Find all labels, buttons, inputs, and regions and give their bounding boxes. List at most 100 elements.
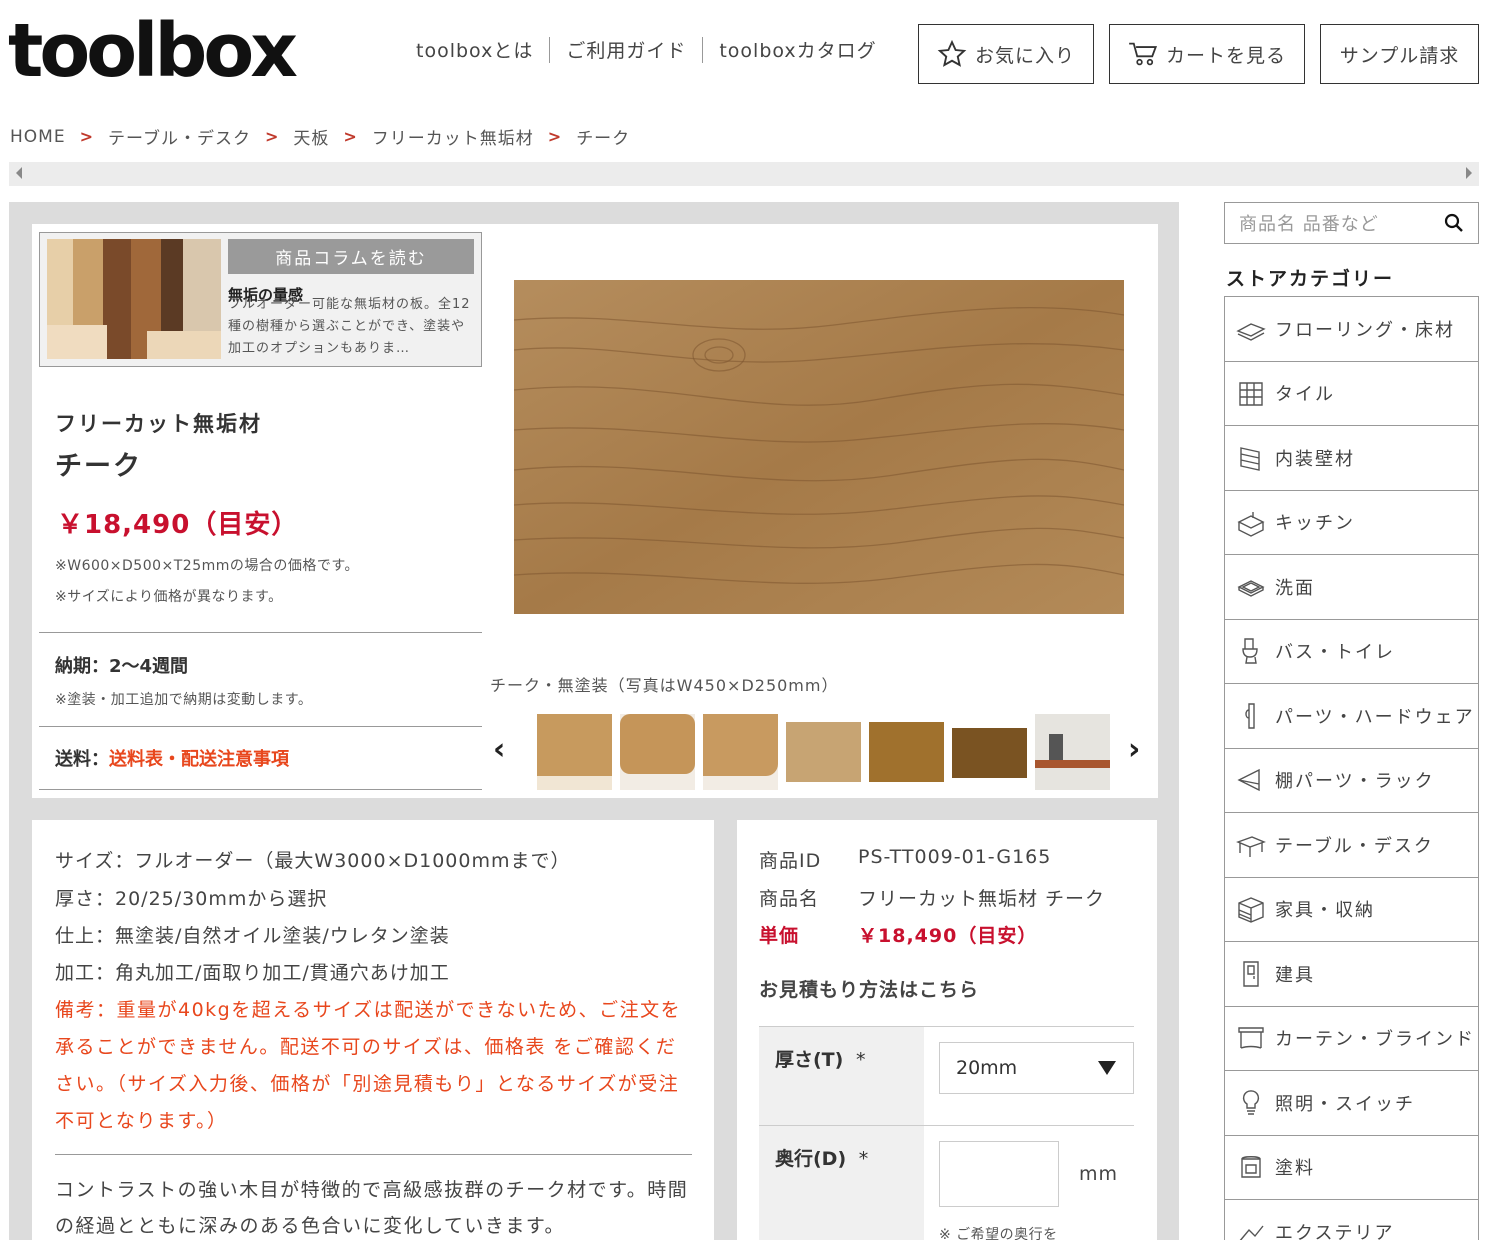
price-table-link[interactable]: 価格表 <box>484 1036 546 1058</box>
chevron-right-icon: > <box>547 127 563 146</box>
nav-about[interactable]: toolboxとは <box>416 36 533 63</box>
category-wall[interactable]: 内装壁材 <box>1225 426 1478 491</box>
star-icon <box>937 39 967 67</box>
thumbnail[interactable] <box>703 714 778 790</box>
category-paint[interactable]: 塗料 <box>1225 1136 1478 1200</box>
estimate-link[interactable]: お見積もり方法はこちら <box>759 975 979 1002</box>
chevron-right-icon: > <box>79 127 94 146</box>
column-thumbnail[interactable] <box>47 239 221 359</box>
thickness-label-text: 厚さ(T) <box>775 1049 844 1071</box>
furniture-icon <box>1238 897 1264 924</box>
category-curtain[interactable]: カーテン・ブラインド <box>1225 1007 1478 1071</box>
thumbnail[interactable] <box>620 714 695 790</box>
category-list: フローリング・床材 タイル 内装壁材 キッチン 洗面 バス・トイレ パーツ・ハー… <box>1224 296 1479 1240</box>
product-name: チーク <box>55 451 142 482</box>
scroll-right-icon[interactable] <box>1466 167 1472 179</box>
category-tile[interactable]: タイル <box>1225 362 1478 426</box>
thumbnail[interactable] <box>869 714 944 790</box>
search-box[interactable]: 商品名 品番など <box>1224 202 1479 244</box>
depth-note: ※ ご希望の奥行を <box>939 1227 1058 1240</box>
thickness-select[interactable]: 20mm <box>939 1042 1134 1094</box>
cart-icon <box>1129 42 1158 66</box>
category-label: 家具・収納 <box>1275 900 1375 922</box>
category-label: エクステリア <box>1275 1223 1395 1240</box>
category-exterior[interactable]: エクステリア <box>1225 1200 1478 1240</box>
category-table-desk[interactable]: テーブル・デスク <box>1225 813 1478 878</box>
category-label: 棚パーツ・ラック <box>1275 771 1435 793</box>
category-flooring[interactable]: フローリング・床材 <box>1225 297 1478 362</box>
breadcrumb-freecut[interactable]: フリーカット無垢材 <box>372 124 534 149</box>
divider <box>55 1154 692 1155</box>
depth-label: 奥行(D) * <box>759 1126 924 1240</box>
cart-button[interactable]: カートを見る <box>1109 24 1305 84</box>
washbasin-icon <box>1237 579 1265 597</box>
product-id-value: PS-TT009-01-G165 <box>858 846 1052 868</box>
nav-divider <box>549 36 551 63</box>
sample-request-button[interactable]: サンプル請求 <box>1320 24 1479 84</box>
shelf-icon <box>1237 769 1260 792</box>
scroll-left-icon[interactable] <box>16 167 22 179</box>
category-fittings[interactable]: 建具 <box>1225 942 1478 1007</box>
column-text: フルオーダー可能な無垢材の板。全12種の樹種から選ぶことができ、塗装や加工のオプ… <box>228 297 471 356</box>
lightbulb-icon <box>1242 1090 1260 1115</box>
thumbnail[interactable] <box>952 714 1027 790</box>
hardware-icon <box>1245 703 1255 729</box>
thumbnail[interactable] <box>1035 714 1110 790</box>
shipping-label: 送料： <box>55 749 109 770</box>
breadcrumb-home[interactable]: HOME <box>10 127 66 147</box>
toolbox-logo[interactable]: toolbox <box>8 6 298 96</box>
category-shelf[interactable]: 棚パーツ・ラック <box>1225 749 1478 813</box>
unit-price-value: ￥18,490（目安） <box>858 925 1038 947</box>
price-note: ※W600×D500×T25mmの場合の価格です。 <box>55 558 359 574</box>
product-category: フリーカット無垢材 <box>55 412 262 436</box>
category-label: 建具 <box>1275 964 1315 986</box>
category-hardware[interactable]: パーツ・ハードウェア <box>1225 684 1478 749</box>
breadcrumb: HOME > テーブル・デスク > 天板 > フリーカット無垢材 > チーク <box>10 124 631 150</box>
lead-time-value: 2〜4週間 <box>109 656 189 677</box>
nav-catalog[interactable]: toolboxカタログ <box>719 36 876 63</box>
divider <box>39 632 482 633</box>
breadcrumb-current: チーク <box>576 129 631 149</box>
chevron-right-icon[interactable]: › <box>1128 732 1140 767</box>
category-washbasin[interactable]: 洗面 <box>1225 555 1478 620</box>
image-caption: チーク・無塗装（写真はW450×D250mm） <box>490 676 839 695</box>
depth-unit: mm <box>1079 1163 1119 1185</box>
read-column-button[interactable]: 商品コラムを読む <box>228 239 474 274</box>
product-name-value: フリーカット無垢材 チーク <box>858 888 1106 910</box>
thickness-selected: 20mm <box>956 1057 1018 1079</box>
category-label: 内装壁材 <box>1275 448 1355 470</box>
shipping-link[interactable]: 送料表・配送注意事項 <box>109 749 289 770</box>
toilet-icon <box>1242 638 1258 664</box>
category-label: パーツ・ハードウェア <box>1275 706 1475 728</box>
search-input[interactable]: 商品名 品番など <box>1239 210 1379 236</box>
category-label: フローリング・床材 <box>1275 319 1455 341</box>
chevron-left-icon[interactable]: ‹ <box>493 732 505 767</box>
breadcrumb-table-desk[interactable]: テーブル・デスク <box>108 124 251 149</box>
table-icon <box>1236 835 1266 857</box>
lead-time-note: ※塗装・加工追加で納期は変動します。 <box>55 692 313 708</box>
spec-size: サイズ：フルオーダー（最大W3000×D1000mmまで） <box>55 850 571 872</box>
category-label: タイル <box>1275 384 1335 406</box>
favorites-button[interactable]: お気に入り <box>918 24 1094 84</box>
category-lighting[interactable]: 照明・スイッチ <box>1225 1071 1478 1136</box>
required-mark: * <box>858 1148 869 1170</box>
category-furniture[interactable]: 家具・収納 <box>1225 878 1478 942</box>
category-label: キッチン <box>1275 513 1355 535</box>
depth-input[interactable] <box>939 1141 1059 1207</box>
category-kitchen[interactable]: キッチン <box>1225 491 1478 555</box>
search-icon[interactable] <box>1444 213 1464 233</box>
product-main-image[interactable] <box>514 280 1124 614</box>
depth-label-text: 奥行(D) <box>775 1148 847 1170</box>
breadcrumb-tabletop[interactable]: 天板 <box>293 124 329 149</box>
wall-material-icon <box>1240 446 1260 471</box>
thickness-label: 厚さ(T) * <box>759 1027 924 1125</box>
category-bath-toilet[interactable]: バス・トイレ <box>1225 620 1478 684</box>
horizontal-scrollbar[interactable] <box>9 162 1479 186</box>
product-id-label: 商品ID <box>759 850 822 872</box>
nav-guide[interactable]: ご利用ガイド <box>566 36 686 63</box>
thumbnail[interactable] <box>537 714 612 790</box>
spec-thickness: 厚さ：20/25/30mmから選択 <box>55 888 328 910</box>
thumbnail[interactable] <box>786 714 861 790</box>
unit-price-label: 単価 <box>759 925 800 947</box>
sample-request-label: サンプル請求 <box>1339 44 1460 67</box>
